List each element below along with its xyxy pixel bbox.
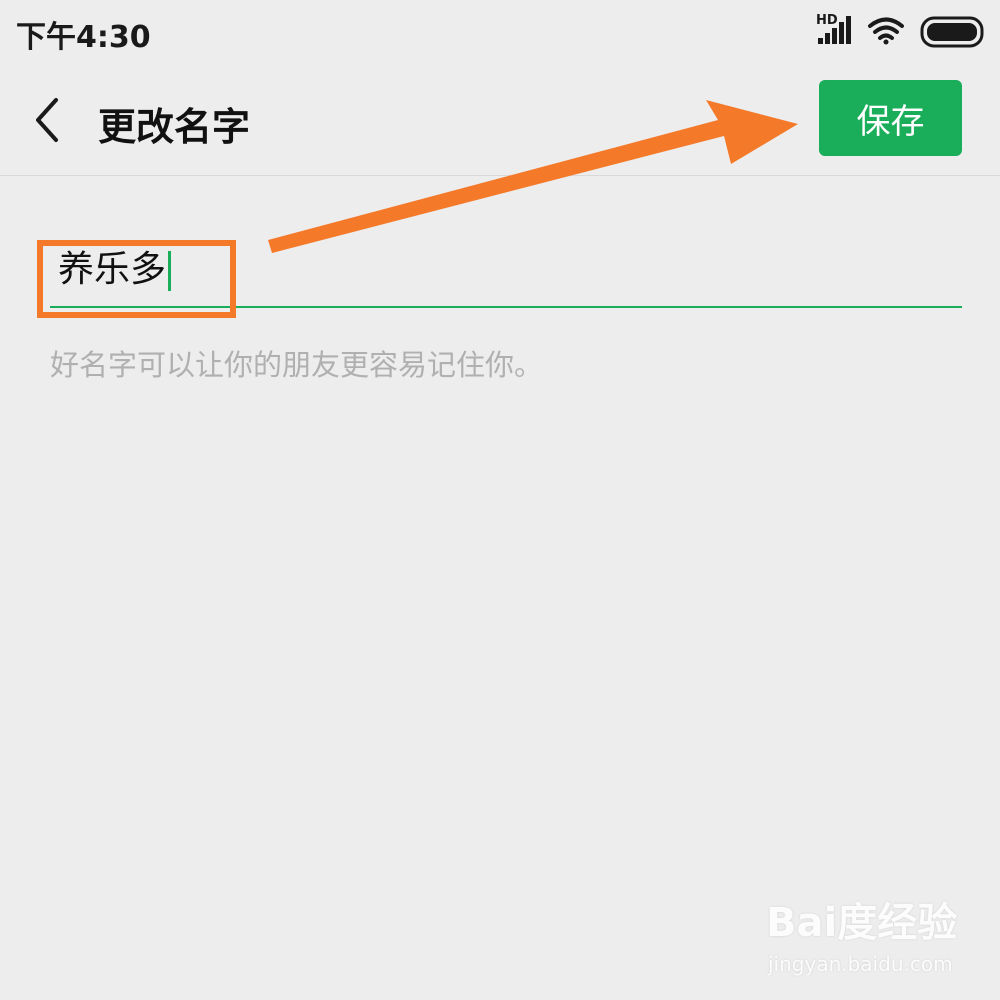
battery-icon [920, 16, 984, 48]
name-field[interactable]: 养乐多 [50, 240, 962, 308]
wifi-icon [868, 17, 904, 45]
name-input-text: 养乐多 [58, 248, 172, 292]
watermark: Bai度经验 jingyan.baidu.com [760, 886, 960, 986]
nav-bar: 更改名字 保存 [0, 64, 1000, 176]
network-type-label: HD [816, 13, 838, 28]
watermark-url: jingyan.baidu.com [768, 952, 953, 976]
name-value: 养乐多 [58, 249, 167, 290]
chevron-left-icon [36, 98, 58, 142]
name-field-underline [50, 306, 962, 308]
header-divider [0, 175, 1000, 176]
status-bar: 下午4:30 HD [0, 0, 1000, 64]
page-title: 更改名字 [98, 105, 251, 149]
back-button[interactable] [22, 94, 74, 146]
save-button[interactable]: 保存 [819, 80, 962, 156]
status-time: 下午4:30 [16, 20, 151, 55]
watermark-logo: Bai度经验 [766, 900, 958, 946]
status-icons: HD [816, 13, 984, 48]
name-hint: 好名字可以让你的朋友更容易记住你。 [50, 348, 544, 382]
text-cursor [168, 251, 172, 291]
